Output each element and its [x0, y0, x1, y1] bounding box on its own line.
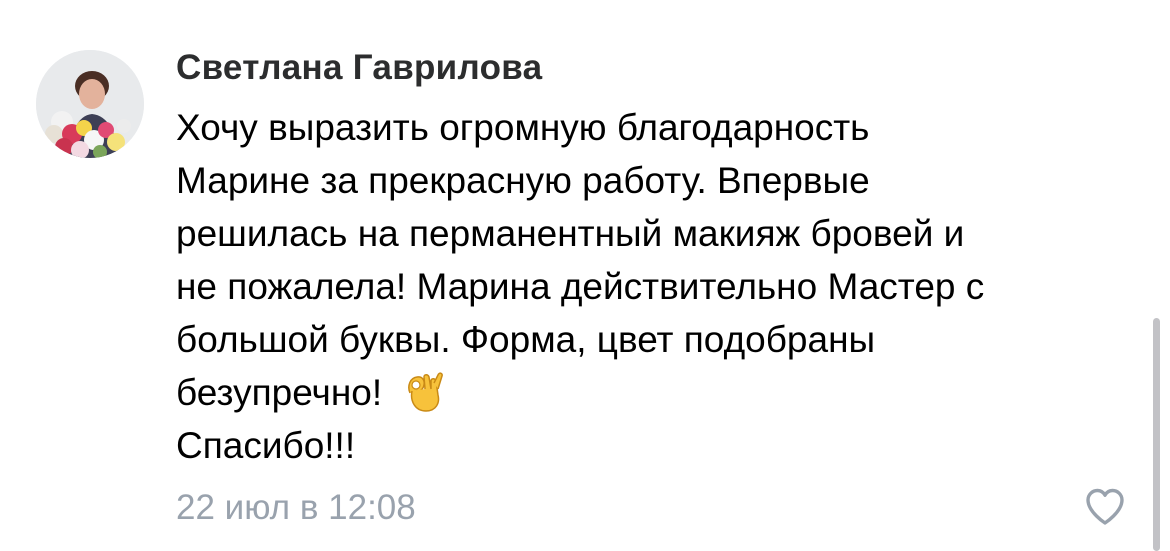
ok-hand-icon: [400, 369, 446, 415]
avatar[interactable]: [36, 50, 144, 158]
comment-text-line: Марине за прекрасную работу. Впервые: [176, 160, 870, 201]
scrollbar[interactable]: [1153, 318, 1160, 551]
comment-timestamp[interactable]: 22 июл в 12:08: [176, 486, 416, 530]
comment-text-line-with-emoji: безупречно!: [176, 366, 1136, 419]
comment-item: Светлана Гаврилова Хочу выразить огромну…: [0, 0, 1170, 551]
comment-text-line: безупречно!: [176, 372, 383, 413]
comment-text-line: Спасибо!!!: [176, 425, 356, 466]
comment-text: Хочу выразить огромную благодарность Мар…: [176, 101, 1136, 472]
comment-text-line: большой буквы. Форма, цвет подобраны: [176, 319, 876, 360]
comment-text-line: решилась на перманентный макияж бровей и: [176, 213, 965, 254]
heart-outline-icon: [1086, 488, 1124, 525]
like-button[interactable]: [1084, 487, 1126, 527]
user-avatar-photo: [36, 50, 144, 158]
comment-text-line: Хочу выразить огромную благодарность: [176, 107, 870, 148]
comment-author[interactable]: Светлана Гаврилова: [176, 46, 542, 90]
comment-text-line: не пожалела! Марина действительно Мастер…: [176, 266, 985, 307]
